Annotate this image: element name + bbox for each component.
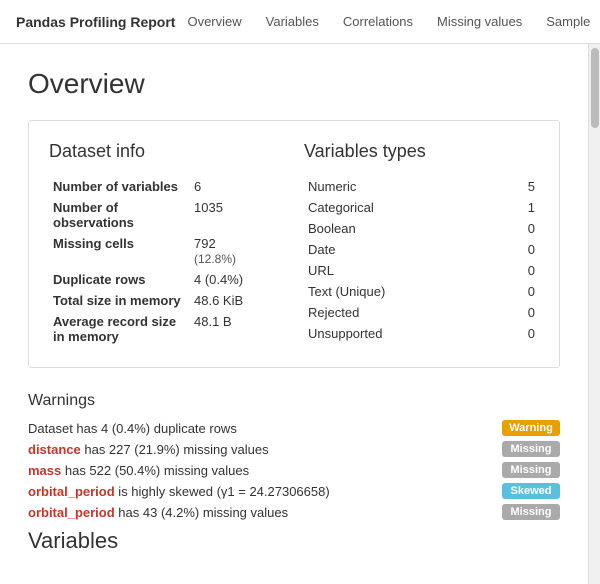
warning-item: distance has 227 (21.9%) missing values … bbox=[28, 441, 560, 457]
info-label: Number of observations bbox=[49, 197, 190, 233]
var-type-label: Date bbox=[304, 239, 503, 260]
table-row: Average record size in memory 48.1 B bbox=[49, 311, 284, 347]
var-type-value: 0 bbox=[503, 302, 539, 323]
main-nav: Overview Variables Correlations Missing … bbox=[175, 10, 600, 33]
info-value: 1035 bbox=[190, 197, 284, 233]
warning-text: orbital_period has 43 (4.2%) missing val… bbox=[28, 505, 502, 520]
variables-types-col: Variables types Numeric 5 Categorical 1 bbox=[304, 141, 539, 347]
table-row: Unsupported 0 bbox=[304, 323, 539, 344]
var-type-label: Text (Unique) bbox=[304, 281, 503, 302]
info-value: 48.1 B bbox=[190, 311, 284, 347]
variables-types-table: Numeric 5 Categorical 1 Boolean 0 bbox=[304, 176, 539, 344]
table-row: URL 0 bbox=[304, 260, 539, 281]
overview-columns: Dataset info Number of variables 6 Numbe… bbox=[49, 141, 539, 347]
table-row: Text (Unique) 0 bbox=[304, 281, 539, 302]
warning-text: Dataset has 4 (0.4%) duplicate rows bbox=[28, 421, 502, 436]
warning-badge: Warning bbox=[502, 420, 560, 436]
table-row: Date 0 bbox=[304, 239, 539, 260]
info-value: 6 bbox=[190, 176, 284, 197]
warning-text: mass has 522 (50.4%) missing values bbox=[28, 463, 502, 478]
warnings-title: Warnings bbox=[28, 392, 560, 410]
info-value: 4 (0.4%) bbox=[190, 269, 284, 290]
var-type-label: Numeric bbox=[304, 176, 503, 197]
info-value: 792 (12.8%) bbox=[190, 233, 284, 269]
warning-badge: Missing bbox=[502, 504, 560, 520]
warning-text: orbital_period is highly skewed (γ1 = 24… bbox=[28, 484, 502, 499]
app-title: Pandas Profiling Report bbox=[16, 14, 175, 30]
var-type-value: 0 bbox=[503, 239, 539, 260]
table-row: Boolean 0 bbox=[304, 218, 539, 239]
nav-overview[interactable]: Overview bbox=[175, 10, 253, 33]
info-label: Average record size in memory bbox=[49, 311, 190, 347]
dataset-info-col: Dataset info Number of variables 6 Numbe… bbox=[49, 141, 284, 347]
table-row: Total size in memory 48.6 KiB bbox=[49, 290, 284, 311]
var-type-label: URL bbox=[304, 260, 503, 281]
info-label: Duplicate rows bbox=[49, 269, 190, 290]
warning-item: Dataset has 4 (0.4%) duplicate rows Warn… bbox=[28, 420, 560, 436]
app-header: Pandas Profiling Report Overview Variabl… bbox=[0, 0, 600, 44]
info-label: Total size in memory bbox=[49, 290, 190, 311]
warning-badge: Skewed bbox=[502, 483, 560, 499]
variables-section-title: Variables bbox=[28, 528, 560, 554]
page-wrapper: Overview Dataset info Number of variable… bbox=[0, 44, 600, 584]
table-row: Number of variables 6 bbox=[49, 176, 284, 197]
scrollbar-thumb[interactable] bbox=[591, 48, 599, 128]
info-label: Missing cells bbox=[49, 233, 190, 269]
variables-types-title: Variables types bbox=[304, 141, 539, 162]
warning-badge: Missing bbox=[502, 441, 560, 457]
scrollbar-track[interactable] bbox=[588, 44, 600, 584]
var-type-label: Rejected bbox=[304, 302, 503, 323]
var-type-value: 1 bbox=[503, 197, 539, 218]
warning-item: orbital_period has 43 (4.2%) missing val… bbox=[28, 504, 560, 520]
var-type-value: 5 bbox=[503, 176, 539, 197]
warnings-section: Warnings Dataset has 4 (0.4%) duplicate … bbox=[28, 392, 560, 520]
warning-badge: Missing bbox=[502, 462, 560, 478]
dataset-info-table: Number of variables 6 Number of observat… bbox=[49, 176, 284, 347]
warning-text: distance has 227 (21.9%) missing values bbox=[28, 442, 502, 457]
table-row: Rejected 0 bbox=[304, 302, 539, 323]
warning-item: mass has 522 (50.4%) missing values Miss… bbox=[28, 462, 560, 478]
table-row: Numeric 5 bbox=[304, 176, 539, 197]
var-type-label: Categorical bbox=[304, 197, 503, 218]
nav-missing-values[interactable]: Missing values bbox=[425, 10, 534, 33]
overview-card: Dataset info Number of variables 6 Numbe… bbox=[28, 120, 560, 368]
var-type-label: Boolean bbox=[304, 218, 503, 239]
warnings-list: Dataset has 4 (0.4%) duplicate rows Warn… bbox=[28, 420, 560, 520]
table-row: Categorical 1 bbox=[304, 197, 539, 218]
info-label: Number of variables bbox=[49, 176, 190, 197]
table-row: Duplicate rows 4 (0.4%) bbox=[49, 269, 284, 290]
table-row: Number of observations 1035 bbox=[49, 197, 284, 233]
nav-correlations[interactable]: Correlations bbox=[331, 10, 425, 33]
var-type-label: Unsupported bbox=[304, 323, 503, 344]
warning-item: orbital_period is highly skewed (γ1 = 24… bbox=[28, 483, 560, 499]
info-value: 48.6 KiB bbox=[190, 290, 284, 311]
var-type-value: 0 bbox=[503, 323, 539, 344]
var-type-value: 0 bbox=[503, 260, 539, 281]
nav-sample[interactable]: Sample bbox=[534, 10, 600, 33]
page-title: Overview bbox=[28, 68, 560, 100]
nav-variables[interactable]: Variables bbox=[254, 10, 331, 33]
table-row: Missing cells 792 (12.8%) bbox=[49, 233, 284, 269]
dataset-info-title: Dataset info bbox=[49, 141, 284, 162]
var-type-value: 0 bbox=[503, 281, 539, 302]
main-content: Overview Dataset info Number of variable… bbox=[0, 44, 588, 584]
var-type-value: 0 bbox=[503, 218, 539, 239]
